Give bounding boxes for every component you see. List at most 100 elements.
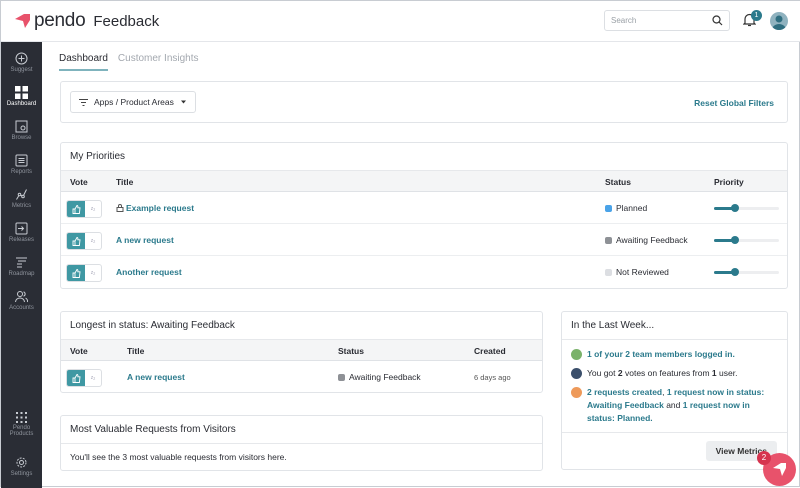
priority-slider[interactable] <box>714 271 779 274</box>
last-week-card: In the Last Week... 1 of your 2 team mem… <box>561 311 788 470</box>
roadmap-icon <box>15 256 28 269</box>
snooze-button[interactable]: zz <box>85 201 101 217</box>
team-icon <box>571 349 582 360</box>
sidebar-item-pendo-products[interactable]: Pendo Products <box>1 412 42 437</box>
status-label: Awaiting Feedback <box>338 372 421 382</box>
user-icon <box>770 12 788 30</box>
sidebar-item-settings[interactable]: Settings <box>1 456 42 477</box>
sidebar-label: Settings <box>11 471 33 477</box>
sidebar-item-roadmap[interactable]: Roadmap <box>1 256 42 277</box>
status-text: Awaiting Feedback <box>349 372 421 382</box>
browse-icon <box>15 120 28 133</box>
sidebar-item-metrics[interactable]: Metrics <box>1 188 42 209</box>
request-title: A new request <box>116 235 174 245</box>
column-header: Title <box>116 177 133 187</box>
sidebar: Suggest Dashboard Browse Reports Metrics… <box>1 42 42 488</box>
tab-customer-insights[interactable]: Customer Insights <box>118 53 199 71</box>
upvote-button[interactable] <box>67 233 85 249</box>
request-title-link[interactable]: Another request <box>116 267 182 277</box>
sidebar-label: Suggest <box>10 67 32 73</box>
snooze-button[interactable]: zz <box>85 233 101 249</box>
caret-down-icon <box>180 100 187 104</box>
dashboard-grid-icon <box>15 86 28 99</box>
longest-in-status-card: Longest in status: Awaiting Feedback Vot… <box>60 311 543 393</box>
card-title: In the Last Week... <box>562 312 787 340</box>
column-header: Status <box>605 177 631 187</box>
apps-grid-icon <box>16 412 27 423</box>
most-valuable-card: Most Valuable Requests from Visitors You… <box>60 415 543 471</box>
resource-center-badge: 2 <box>757 451 771 465</box>
votes-text: You got 2 votes on features from 1 user. <box>587 367 737 380</box>
filter-icon <box>79 99 88 106</box>
request-title-link[interactable]: A new request <box>127 372 185 382</box>
requests-text: 2 requests created, 1 request now in sta… <box>587 386 778 425</box>
table-header: Vote Title Status Created <box>61 340 542 361</box>
brand-name: pendo <box>34 10 85 32</box>
sidebar-item-suggest[interactable]: Suggest <box>1 52 42 73</box>
activity-item: 1 of your 2 team members logged in. <box>571 348 778 361</box>
created-date: 6 days ago <box>474 373 511 382</box>
upvote-button[interactable] <box>67 265 85 281</box>
request-title-link[interactable]: A new request <box>116 235 174 245</box>
top-header: pendo Feedback Search 1 <box>1 1 800 42</box>
status-dot <box>338 374 345 381</box>
gear-icon <box>15 456 28 469</box>
user-avatar[interactable] <box>770 12 788 30</box>
table-row: zz Example request Planned <box>61 192 787 224</box>
table-row: zz Another request Not Reviewed <box>61 256 787 288</box>
sidebar-item-accounts[interactable]: Accounts <box>1 290 42 311</box>
status-dot <box>605 269 612 276</box>
slider-handle[interactable] <box>731 268 739 276</box>
priority-slider[interactable] <box>714 239 779 242</box>
status-dot <box>605 237 612 244</box>
sidebar-label: Releases <box>9 237 34 243</box>
request-title: Example request <box>116 203 194 213</box>
tab-dashboard[interactable]: Dashboard <box>59 53 108 71</box>
filters-card: Apps / Product Areas Reset Global Filter… <box>60 81 788 123</box>
empty-message: You'll see the 3 most valuable requests … <box>61 444 542 470</box>
upvote-button[interactable] <box>67 370 85 386</box>
table-row: zz A new request Awaiting Feedback <box>61 224 787 256</box>
thumbs-up-icon <box>72 205 81 214</box>
apps-product-areas-filter[interactable]: Apps / Product Areas <box>70 91 196 113</box>
sidebar-label: Browse <box>11 135 31 141</box>
notification-badge: 1 <box>751 10 762 21</box>
plus-circle-icon <box>15 52 28 65</box>
status-text: Not Reviewed <box>616 267 669 277</box>
search-input[interactable]: Search <box>604 10 730 31</box>
reset-global-filters-link[interactable]: Reset Global Filters <box>694 98 774 108</box>
sidebar-label: Metrics <box>12 203 31 209</box>
vote-control: zz <box>66 264 102 282</box>
card-title: My Priorities <box>61 143 787 171</box>
request-title-link[interactable]: Example request <box>126 203 194 213</box>
thumbs-up-icon <box>72 237 81 246</box>
sidebar-item-reports[interactable]: Reports <box>1 154 42 175</box>
request-title: Another request <box>116 267 182 277</box>
sidebar-label: Accounts <box>9 305 34 311</box>
sidebar-label: Reports <box>11 169 32 175</box>
slider-handle[interactable] <box>731 236 739 244</box>
requests-created-link[interactable]: 2 requests created <box>587 387 662 397</box>
table-row: zz A new request Awaiting Feedback 6 day… <box>61 361 542 393</box>
status-label: Awaiting Feedback <box>605 235 688 245</box>
sidebar-item-browse[interactable]: Browse <box>1 120 42 141</box>
releases-icon <box>15 222 28 235</box>
snooze-button[interactable]: zz <box>85 370 101 386</box>
snooze-button[interactable]: zz <box>85 265 101 281</box>
tabs: Dashboard Customer Insights <box>59 53 199 71</box>
sidebar-item-dashboard[interactable]: Dashboard <box>1 86 42 107</box>
table-header: Vote Title Status Priority <box>61 171 787 192</box>
priority-slider[interactable] <box>714 207 779 210</box>
slider-handle[interactable] <box>731 204 739 212</box>
upvote-button[interactable] <box>67 201 85 217</box>
my-priorities-card: My Priorities Vote Title Status Priority… <box>60 142 788 289</box>
sidebar-label: Dashboard <box>7 101 36 107</box>
metrics-icon <box>15 188 28 201</box>
vote-control: zz <box>66 200 102 218</box>
pendo-logo[interactable]: pendo Feedback <box>15 10 159 32</box>
column-header: Created <box>474 346 506 356</box>
pendo-logo-icon <box>15 14 31 28</box>
status-dot <box>605 205 612 212</box>
sidebar-item-releases[interactable]: Releases <box>1 222 42 243</box>
team-login-link[interactable]: 1 of your 2 team members logged in. <box>587 348 735 361</box>
